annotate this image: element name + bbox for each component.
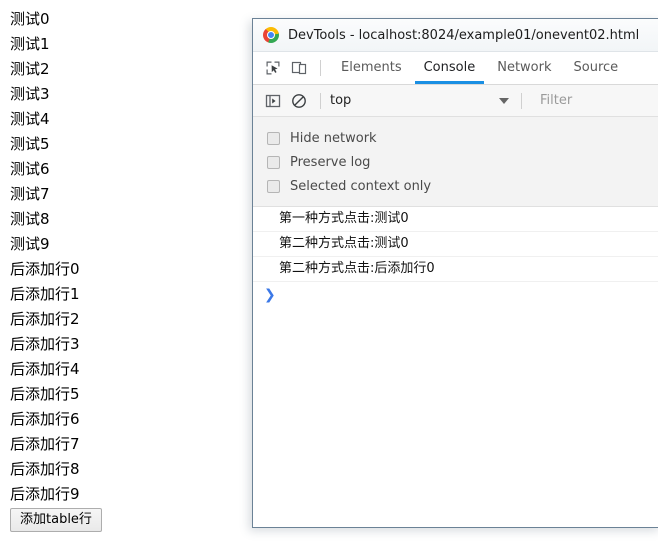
table-row-list: 测试0 测试1 测试2 测试3 测试4 测试5 测试6 测试7 测试8 测试9 … (10, 7, 240, 507)
table-row[interactable]: 后添加行7 (10, 432, 240, 457)
chevron-down-icon (499, 97, 509, 104)
checkbox-preserve-log[interactable]: Preserve log (253, 150, 658, 174)
checkbox-icon[interactable] (267, 155, 280, 169)
devtools-tabstrip: Elements Console Network Source (253, 52, 658, 85)
devtools-title: DevTools - localhost:8024/example01/onev… (288, 27, 640, 43)
checkbox-label: Selected context only (290, 178, 432, 194)
tab-elements[interactable]: Elements (330, 52, 413, 84)
table-row[interactable]: 测试7 (10, 182, 240, 207)
add-row-button-wrap: 添加table行 (10, 508, 102, 532)
console-context-select[interactable]: top (330, 90, 515, 112)
devtools-window: DevTools - localhost:8024/example01/onev… (252, 18, 658, 528)
tab-sources[interactable]: Source (563, 52, 630, 84)
table-row[interactable]: 测试0 (10, 7, 240, 32)
checkbox-hide-network[interactable]: Hide network (253, 126, 658, 150)
console-prompt[interactable]: ❯ (253, 282, 658, 308)
table-row[interactable]: 后添加行3 (10, 332, 240, 357)
console-settings-pane: Hide network Preserve log Selected conte… (253, 117, 658, 207)
table-row[interactable]: 后添加行0 (10, 257, 240, 282)
table-row[interactable]: 测试9 (10, 232, 240, 257)
table-row[interactable]: 测试5 (10, 132, 240, 157)
prompt-chevron-icon: ❯ (264, 287, 276, 303)
checkbox-icon[interactable] (267, 179, 280, 193)
console-toolbar-divider (320, 92, 321, 109)
console-sidebar-icon[interactable] (262, 90, 284, 112)
table-row[interactable]: 后添加行6 (10, 407, 240, 432)
checkbox-selected-context-only[interactable]: Selected context only (253, 174, 658, 198)
table-row[interactable]: 后添加行4 (10, 357, 240, 382)
table-row[interactable]: 测试4 (10, 107, 240, 132)
clear-console-icon[interactable] (288, 90, 310, 112)
chrome-logo-icon (263, 27, 279, 43)
table-row[interactable]: 测试6 (10, 157, 240, 182)
console-message: 第二种方式点击:测试0 (253, 232, 658, 257)
inspect-element-icon[interactable] (262, 57, 284, 79)
table-row[interactable]: 测试8 (10, 207, 240, 232)
console-toolbar: top Filter (253, 85, 658, 117)
table-row[interactable]: 后添加行2 (10, 307, 240, 332)
table-row[interactable]: 测试2 (10, 57, 240, 82)
console-message: 第二种方式点击:后添加行0 (253, 257, 658, 282)
console-filter-input[interactable]: Filter (531, 93, 658, 108)
console-output[interactable]: 第一种方式点击:测试0 第二种方式点击:测试0 第二种方式点击:后添加行0 ❯ (253, 207, 658, 527)
table-row[interactable]: 测试1 (10, 32, 240, 57)
tab-console[interactable]: Console (413, 52, 487, 84)
console-message: 第一种方式点击:测试0 (253, 207, 658, 232)
device-toolbar-icon[interactable] (288, 57, 310, 79)
console-context-value: top (330, 93, 352, 108)
table-row[interactable]: 后添加行1 (10, 282, 240, 307)
checkbox-icon[interactable] (267, 131, 280, 145)
table-row[interactable]: 后添加行9 (10, 482, 240, 507)
devtools-titlebar: DevTools - localhost:8024/example01/onev… (253, 19, 658, 52)
checkbox-label: Hide network (290, 130, 377, 146)
table-row[interactable]: 测试3 (10, 82, 240, 107)
tab-network[interactable]: Network (486, 52, 562, 84)
add-table-row-button[interactable]: 添加table行 (10, 508, 102, 532)
toolbar-divider (320, 60, 321, 76)
page-under-test: 测试0 测试1 测试2 测试3 测试4 测试5 测试6 测试7 测试8 测试9 … (0, 0, 252, 549)
table-row[interactable]: 后添加行8 (10, 457, 240, 482)
checkbox-label: Preserve log (290, 154, 371, 170)
console-filter-divider (521, 92, 522, 109)
table-row[interactable]: 后添加行5 (10, 382, 240, 407)
